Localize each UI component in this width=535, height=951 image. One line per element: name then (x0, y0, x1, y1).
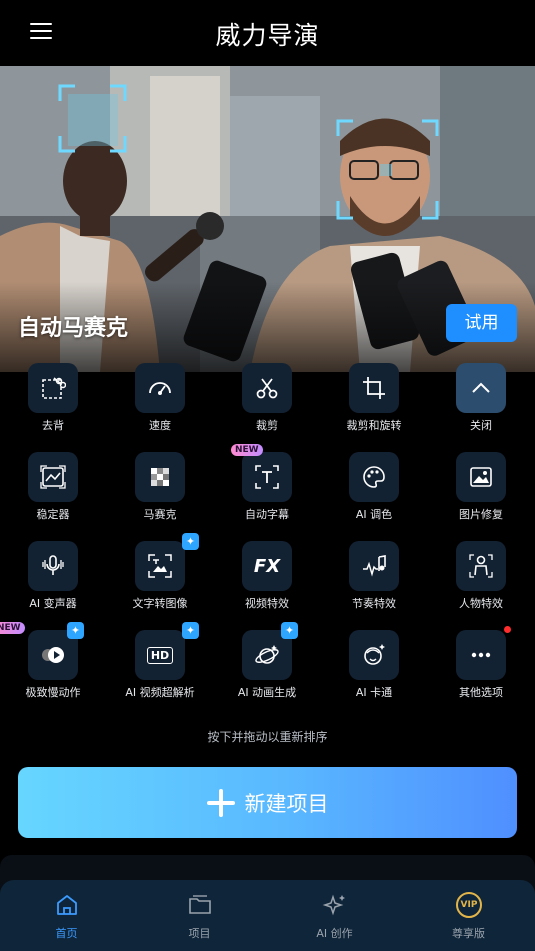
tool-label: 极致慢动作 (25, 686, 81, 699)
ai-badge-icon: ✦ (67, 622, 84, 639)
nav-home[interactable]: 首页 (0, 880, 133, 951)
voice-changer-icon (42, 555, 64, 575)
tool-text-to-image[interactable]: ✦ 文字转图像 (110, 533, 210, 621)
tool-stabilizer[interactable]: 稳定器 (3, 452, 103, 532)
nav-ai-create[interactable]: AI 创作 (268, 880, 401, 951)
tool-photo-repair[interactable]: 图片修复 (431, 452, 531, 532)
ai-badge-icon: ✦ (281, 622, 298, 639)
text-to-image-icon (148, 554, 172, 578)
tool-label: 速度 (149, 419, 171, 432)
tool-auto-caption[interactable]: NEW 自动字幕 (217, 444, 317, 532)
hd-upscale-icon: HD (146, 646, 174, 664)
tool-ai-color[interactable]: AI 调色 (324, 452, 424, 532)
new-badge: NEW (231, 444, 263, 456)
beat-effect-icon (363, 555, 386, 577)
tool-label: 视频特效 (245, 597, 289, 610)
nav-label: AI 创作 (316, 927, 353, 940)
chevron-up-icon (472, 382, 490, 393)
more-icon (471, 652, 491, 658)
stabilizer-icon (40, 465, 66, 489)
crop-rotate-icon (363, 377, 385, 399)
nav-label: 尊享版 (452, 927, 485, 940)
hero-banner[interactable]: 自动马赛克 试用 (0, 66, 535, 372)
tool-person-effect[interactable]: 人物特效 (431, 541, 531, 621)
vip-icon: VIP (456, 892, 482, 918)
try-button[interactable]: 试用 (446, 304, 517, 342)
tool-label: AI 变声器 (29, 597, 77, 610)
tool-beat-effect[interactable]: 节奏特效 (324, 541, 424, 621)
tool-close[interactable]: 关闭 (431, 363, 531, 443)
tool-label: 文字转图像 (132, 597, 188, 610)
tool-label: 关闭 (470, 419, 492, 432)
person-effect-icon (469, 554, 493, 578)
tool-ai-animation[interactable]: ✦ AI 动画生成 (217, 622, 317, 710)
tool-mosaic[interactable]: 马赛克 (110, 452, 210, 532)
ai-badge-icon: ✦ (182, 533, 199, 550)
new-project-button[interactable]: 新建项目 (18, 767, 517, 838)
tool-crop-rotate[interactable]: 裁剪和旋转 (324, 363, 424, 443)
speedometer-icon (149, 382, 171, 395)
tool-label: 人物特效 (459, 597, 503, 610)
scissors-icon (256, 378, 278, 399)
tool-voice-changer[interactable]: AI 变声器 (3, 541, 103, 621)
app-title: 威力导演 (215, 21, 320, 50)
sparkle-icon (322, 894, 345, 916)
tool-label: 图片修复 (459, 508, 503, 521)
top-bar: 威力导演 (0, 0, 535, 66)
caption-icon (255, 465, 279, 489)
tool-speed[interactable]: 速度 (110, 363, 210, 443)
bottom-nav: 首页 项目 AI 创作 VIP 尊享版 (0, 880, 535, 951)
tool-ai-upscale[interactable]: HD ✦ AI 视频超解析 (110, 622, 210, 710)
tool-label: AI 动画生成 (237, 686, 297, 699)
tool-ai-cartoon[interactable]: AI 卡通 (324, 630, 424, 710)
notification-dot (504, 626, 511, 633)
photo-repair-icon (470, 467, 492, 487)
tool-more-options[interactable]: 其他选项 (431, 626, 531, 710)
animation-icon (255, 645, 279, 664)
ai-badge-icon: ✦ (182, 622, 199, 639)
tool-label: AI 调色 (355, 508, 393, 521)
slow-motion-icon (42, 647, 64, 663)
tool-slow-motion[interactable]: NEW ✦ 极致慢动作 (0, 622, 103, 710)
palette-icon (363, 466, 385, 488)
home-icon (57, 895, 77, 915)
tool-label: 自动字幕 (245, 508, 289, 521)
tool-label: AI 视频超解析 (125, 686, 195, 699)
plus-icon (206, 788, 235, 817)
reorder-hint: 按下并拖动以重新排序 (207, 730, 328, 744)
hero-feature-label: 自动马赛克 (18, 316, 129, 341)
new-badge: NEW (0, 622, 25, 634)
tool-cutout[interactable]: 去背 (3, 363, 103, 443)
tool-video-effects[interactable]: FX 视频特效 (217, 541, 317, 621)
nav-projects[interactable]: 项目 (133, 880, 266, 951)
fx-icon: FX (253, 555, 281, 577)
folder-icon (189, 895, 211, 914)
tool-label: 节奏特效 (352, 597, 396, 610)
tool-label: 裁剪和旋转 (346, 419, 402, 432)
tool-trim[interactable]: 裁剪 (217, 363, 317, 443)
new-project-label: 新建项目 (244, 791, 329, 816)
tool-label: 其他选项 (459, 686, 503, 699)
mosaic-icon (151, 468, 169, 486)
tool-label: AI 卡通 (355, 686, 393, 699)
tool-label: 裁剪 (256, 419, 278, 432)
tool-label: 稳定器 (36, 508, 70, 521)
nav-label: 首页 (55, 927, 78, 940)
tool-label: 马赛克 (143, 508, 177, 521)
tool-label: 去背 (42, 419, 64, 432)
nav-label: 项目 (188, 927, 211, 940)
nav-vip[interactable]: VIP 尊享版 (402, 880, 535, 951)
cutout-icon (42, 377, 66, 399)
cartoon-icon (364, 644, 385, 665)
